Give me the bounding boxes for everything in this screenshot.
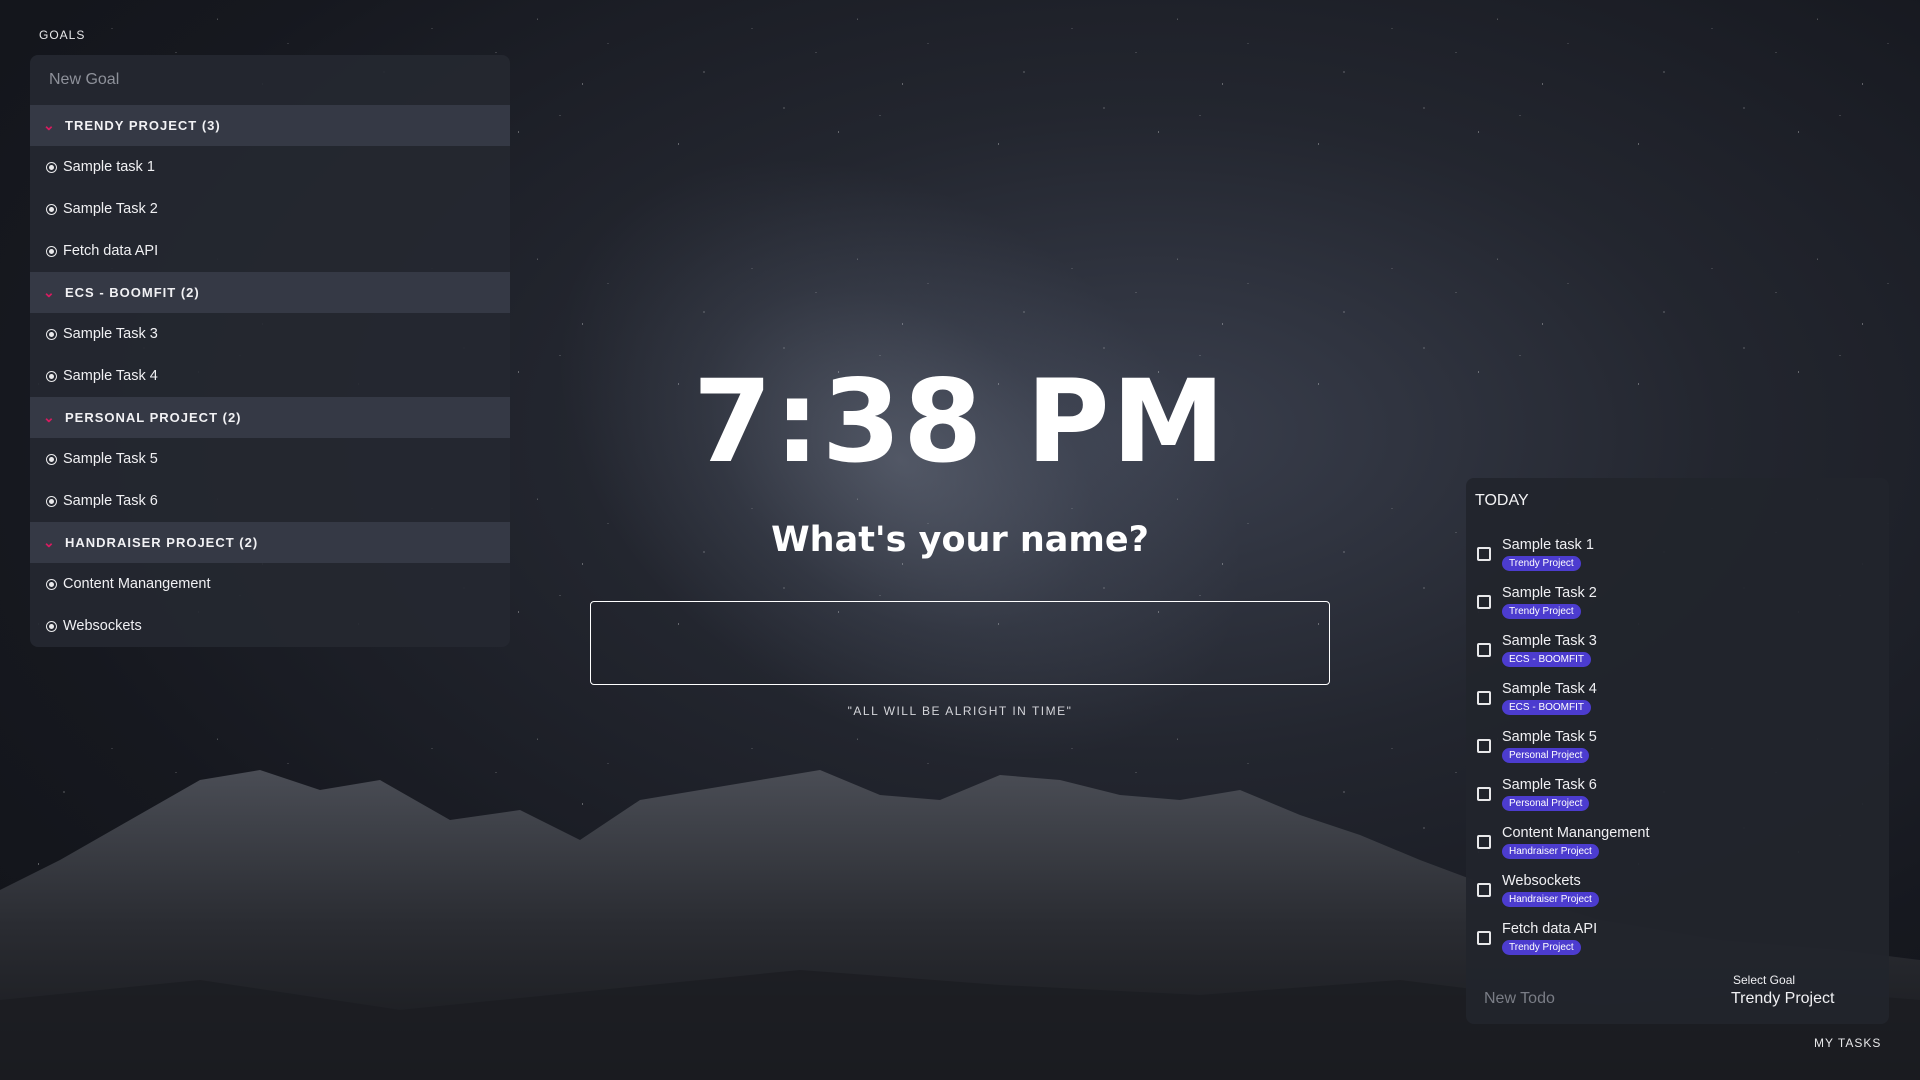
radio-dot-icon [46,328,57,340]
goal-task-item[interactable]: Sample task 1 [30,146,510,188]
goal-task-label: Sample Task 2 [63,201,158,217]
goal-task-label: Fetch data API [63,243,159,259]
todo-item: Sample Task 2 Trendy Project [1466,585,1889,633]
clock-time: 7:38 PM [692,355,1228,488]
goal-tag: Trendy Project [1502,556,1581,571]
chevron-down-icon: ⌄ [43,284,56,300]
new-goal-input[interactable]: New Goal [30,55,510,105]
todo-label: Sample Task 3 [1502,633,1597,649]
radio-dot-icon [46,578,57,590]
new-todo-input[interactable]: New Todo [1484,990,1555,1008]
chevron-down-icon: ⌄ [43,117,56,133]
todo-label: Sample Task 6 [1502,777,1597,793]
goal-task-label: Sample Task 3 [63,326,158,342]
select-goal-label: Select Goal [1733,973,1796,987]
select-goal-dropdown[interactable]: Trendy Project [1731,990,1834,1008]
goal-tag: Trendy Project [1502,940,1581,955]
goal-task-item[interactable]: Fetch data API [30,230,510,272]
goal-task-label: Content Manangement [63,576,211,592]
goal-group-label: ECS - BOOMFIT (2) [65,285,200,300]
todo-checkbox[interactable] [1477,835,1491,849]
goal-tag: Personal Project [1502,748,1590,763]
radio-dot-icon [46,620,57,632]
name-input[interactable] [590,601,1330,685]
todo-checkbox[interactable] [1477,643,1491,657]
todo-checkbox[interactable] [1477,931,1491,945]
my-tasks-button[interactable]: MY TASKS [1814,1036,1881,1050]
todo-item: Content Manangement Handraiser Project [1466,825,1889,873]
goals-title: GOALS [39,28,86,42]
today-panel: TODAY Sample task 1 Trendy Project Sample… [1466,478,1889,1024]
radio-dot-icon [46,245,57,257]
goal-tag: Handraiser Project [1502,844,1599,859]
radio-dot-icon [46,495,57,507]
todo-item: Sample Task 5 Personal Project [1466,729,1889,777]
todo-checkbox[interactable] [1477,547,1491,561]
goal-task-item[interactable]: Sample Task 3 [30,313,510,355]
todo-item: Sample task 1 Trendy Project [1466,537,1889,585]
todo-label: Sample Task 5 [1502,729,1597,745]
todo-label: Fetch data API [1502,921,1598,937]
goal-task-label: Sample task 1 [63,159,155,175]
todo-checkbox[interactable] [1477,787,1491,801]
today-title: TODAY [1475,492,1529,509]
goal-task-label: Websockets [63,618,142,634]
todo-label: Websockets [1502,873,1581,889]
todo-checkbox[interactable] [1477,883,1491,897]
todo-item: Fetch data API Trendy Project [1466,921,1889,969]
todo-label: Sample Task 2 [1502,585,1597,601]
todo-item: Sample Task 6 Personal Project [1466,777,1889,825]
todo-label: Sample Task 4 [1502,681,1597,697]
todo-list: Sample task 1 Trendy Project Sample Task … [1466,537,1889,969]
todo-item: Websockets Handraiser Project [1466,873,1889,921]
todo-checkbox[interactable] [1477,739,1491,753]
goal-tag: ECS - BOOMFIT [1502,700,1591,715]
goal-tag: ECS - BOOMFIT [1502,652,1591,667]
goal-group-label: TRENDY PROJECT (3) [65,118,221,133]
todo-item: Sample Task 3 ECS - BOOMFIT [1466,633,1889,681]
todo-label: Content Manangement [1502,825,1650,841]
radio-dot-icon [46,203,57,215]
todo-item: Sample Task 4 ECS - BOOMFIT [1466,681,1889,729]
goal-tag: Handraiser Project [1502,892,1599,907]
goal-task-item[interactable]: Websockets [30,605,510,647]
todo-checkbox[interactable] [1477,691,1491,705]
goal-task-item[interactable]: Sample Task 2 [30,188,510,230]
goal-task-label: Sample Task 6 [63,493,158,509]
goal-group-ecs-boomfit[interactable]: ⌄ ECS - BOOMFIT (2) [30,272,510,313]
todo-label: Sample task 1 [1502,537,1594,553]
goal-group-trendy-project[interactable]: ⌄ TRENDY PROJECT (3) [30,105,510,146]
radio-dot-icon [46,161,57,173]
todo-checkbox[interactable] [1477,595,1491,609]
goal-tag: Trendy Project [1502,604,1581,619]
goal-tag: Personal Project [1502,796,1590,811]
goal-task-item[interactable]: Content Manangement [30,563,510,605]
